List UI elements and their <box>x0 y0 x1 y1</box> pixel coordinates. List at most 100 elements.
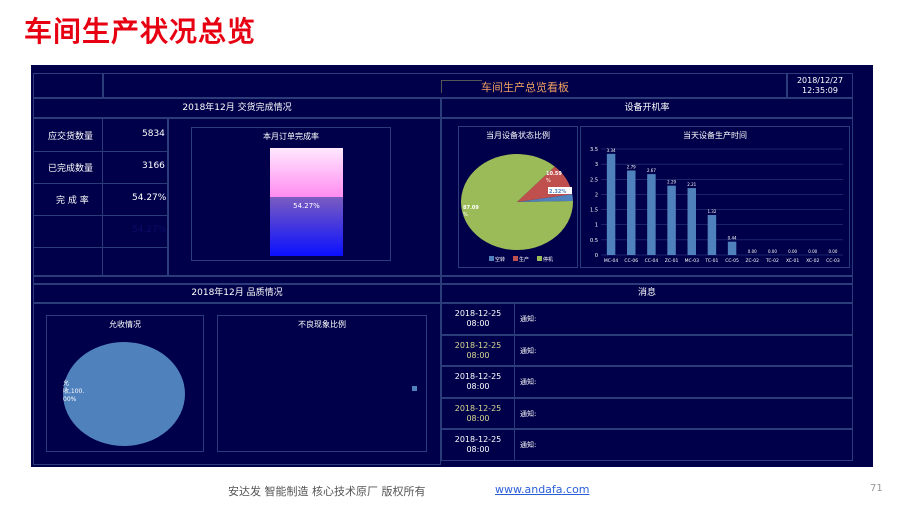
board-time: 12:35:09 <box>802 86 838 95</box>
pie-data-label: 10.59 <box>546 171 562 177</box>
message-date: 2018-12-25 <box>454 372 502 382</box>
y-tick-label: 2 <box>595 192 598 198</box>
x-tick-label: MC-03 <box>685 258 700 264</box>
message-datetime: 2018-12-25 08:00 <box>442 367 515 397</box>
footer-link[interactable]: www.andafa.com <box>495 483 590 496</box>
legend-label: 空转 <box>495 256 505 263</box>
bar-value-label: 0.44 <box>728 236 737 241</box>
bar-ZC-01 <box>667 185 676 255</box>
message-date: 2018-12-25 <box>454 403 502 413</box>
message-text: 通知: <box>520 441 537 450</box>
acceptance-box: 允收情况 允 收,100. 00% <box>46 315 204 452</box>
message-time: 08:00 <box>466 382 490 392</box>
x-tick-label: TC-01 <box>704 258 718 264</box>
y-tick-label: 3 <box>595 162 598 168</box>
section-spacer <box>441 276 853 284</box>
title-frame-mark <box>441 80 482 93</box>
x-tick-label: XC-01 <box>786 258 799 264</box>
delivery-row: 54.27% <box>34 215 167 248</box>
delivery-row: 已完成数量 3166 <box>34 151 167 184</box>
messages-list: 2018-12-25 08:00 通知: 2018-12-25 08:00 通知: 2018… <box>441 303 853 465</box>
messages-header: 消息 <box>441 284 853 303</box>
acceptance-label: 允 收,100. 00% <box>63 380 85 403</box>
legend-swatch <box>537 256 542 261</box>
order-chart-box: 本月订单完成率 54.27% <box>191 127 391 261</box>
pie-data-label: 87.09 <box>463 205 479 211</box>
message-item[interactable]: 2018-12-25 08:00 通知: <box>441 334 853 367</box>
pie-data-label: 2.32% <box>549 189 566 195</box>
quality-area: 允收情况 允 收,100. 00% 不良现象比例 <box>33 303 441 465</box>
message-item[interactable]: 2018-12-25 08:00 通知: <box>441 366 853 398</box>
acceptance-title: 允收情况 <box>109 320 141 329</box>
message-date: 2018-12-25 <box>454 435 502 445</box>
section-spacer <box>33 276 441 284</box>
x-tick-label: MC-04 <box>604 258 619 264</box>
y-tick-label: 0 <box>595 253 598 259</box>
bar-value-label: 0.00 <box>748 249 757 254</box>
x-tick-label: CC-06 <box>624 258 638 264</box>
bar-CC-06 <box>627 170 636 255</box>
order-fill-gauge: 54.27% <box>270 148 343 256</box>
message-time: 08:00 <box>466 319 490 328</box>
defect-box: 不良现象比例 <box>217 315 427 452</box>
status-pie-chart: 2.32%10.59%87.09%空转 生产 停机 <box>461 154 573 263</box>
legend-label: 生产 <box>519 256 529 263</box>
message-time: 08:00 <box>466 350 490 360</box>
y-tick-label: 2.5 <box>590 177 598 183</box>
message-text: 通知: <box>520 346 537 355</box>
bar-value-label: 3.34 <box>607 148 616 153</box>
bar-value-label: 2.79 <box>627 165 636 170</box>
y-tick-label: 1.5 <box>590 208 598 214</box>
pie-chart-box: 当月设备状态比例 2.32% 10.59% 87.09% 空转 生产 停机 <box>458 126 578 268</box>
legend-label: 停机 <box>543 256 553 263</box>
message-item[interactable]: 2018-12-25 08:00 通知: <box>441 303 853 335</box>
bar-MC-04 <box>606 153 616 255</box>
message-datetime: 2018-12-25 08:00 <box>442 398 515 429</box>
page-number: 71 <box>870 483 883 494</box>
order-chart-title: 本月订单完成率 <box>263 132 319 141</box>
message-text: 通知: <box>520 409 537 418</box>
bar-value-label: 2.67 <box>647 168 656 173</box>
bar-TC-01 <box>707 215 717 255</box>
legend-swatch <box>489 256 494 261</box>
message-item[interactable]: 2018-12-25 08:00 通知: <box>441 429 853 461</box>
row-value-hidden: 54.27% <box>132 225 167 235</box>
delivery-header: 2018年12月 交货完成情况 <box>33 98 441 118</box>
message-datetime: 2018-12-25 08:00 <box>442 304 515 334</box>
y-tick-label: 3.5 <box>590 147 598 153</box>
y-tick-label: 1 <box>595 223 598 229</box>
bar-value-label: 1.32 <box>707 209 716 214</box>
pie-data-label-unit: % <box>463 212 468 218</box>
x-tick-label: CC-04 <box>645 258 659 264</box>
bar-value-label: 0.00 <box>828 249 837 254</box>
dashboard-panel: 车间生产总览看板 2018/12/27 12:35:09 2018年12月 交货… <box>31 65 873 467</box>
message-item[interactable]: 2018-12-25 08:00 通知: <box>441 397 853 430</box>
bar-value-label: 2.21 <box>687 182 696 187</box>
bar-chart-box: 当天设备生产时间 3.5 3 2.5 2 1.5 1 0.5 0 3.34 MC-04 2.79 CC… <box>580 126 850 268</box>
x-tick-label: CC-05 <box>725 258 739 264</box>
board-title-cell: 车间生产总览看板 <box>103 73 787 98</box>
bar-MC-03 <box>687 188 696 255</box>
message-date: 2018-12-25 <box>454 340 502 350</box>
row-value: 5834 <box>142 129 165 139</box>
slide-title: 车间生产状况总览 <box>24 15 257 48</box>
row-value: 54.27% <box>132 193 167 203</box>
delivery-table: 应交货数量 5834 已完成数量 3166 完 成 率 54.27% 54.27… <box>33 118 168 276</box>
bar-value-label: 0.00 <box>768 249 777 254</box>
bar-value-label: 0.00 <box>808 249 817 254</box>
board-date: 2018/12/27 <box>796 76 844 85</box>
x-tick-label: ZC-01 <box>665 258 679 264</box>
pie-data-label-unit: % <box>546 178 551 184</box>
message-date: 2018-12-25 <box>454 309 502 318</box>
row-label: 已完成数量 <box>48 164 94 174</box>
x-tick-label: CC-03 <box>826 258 840 264</box>
bar-value-label: 0.00 <box>788 249 797 254</box>
equipment-area: 当月设备状态比例 2.32% 10.59% 87.09% 空转 生产 停机 当天设备生产时… <box>441 118 853 276</box>
row-value: 3166 <box>142 161 165 171</box>
x-tick-label: XC-02 <box>806 258 819 264</box>
footer-text: 安达发 智能制造 核心技术原厂 版权所有 <box>228 485 426 498</box>
bar-CC-05 <box>727 241 737 255</box>
defect-legend-marker <box>412 386 417 391</box>
message-text: 通知: <box>520 378 537 387</box>
defect-title: 不良现象比例 <box>298 320 346 329</box>
